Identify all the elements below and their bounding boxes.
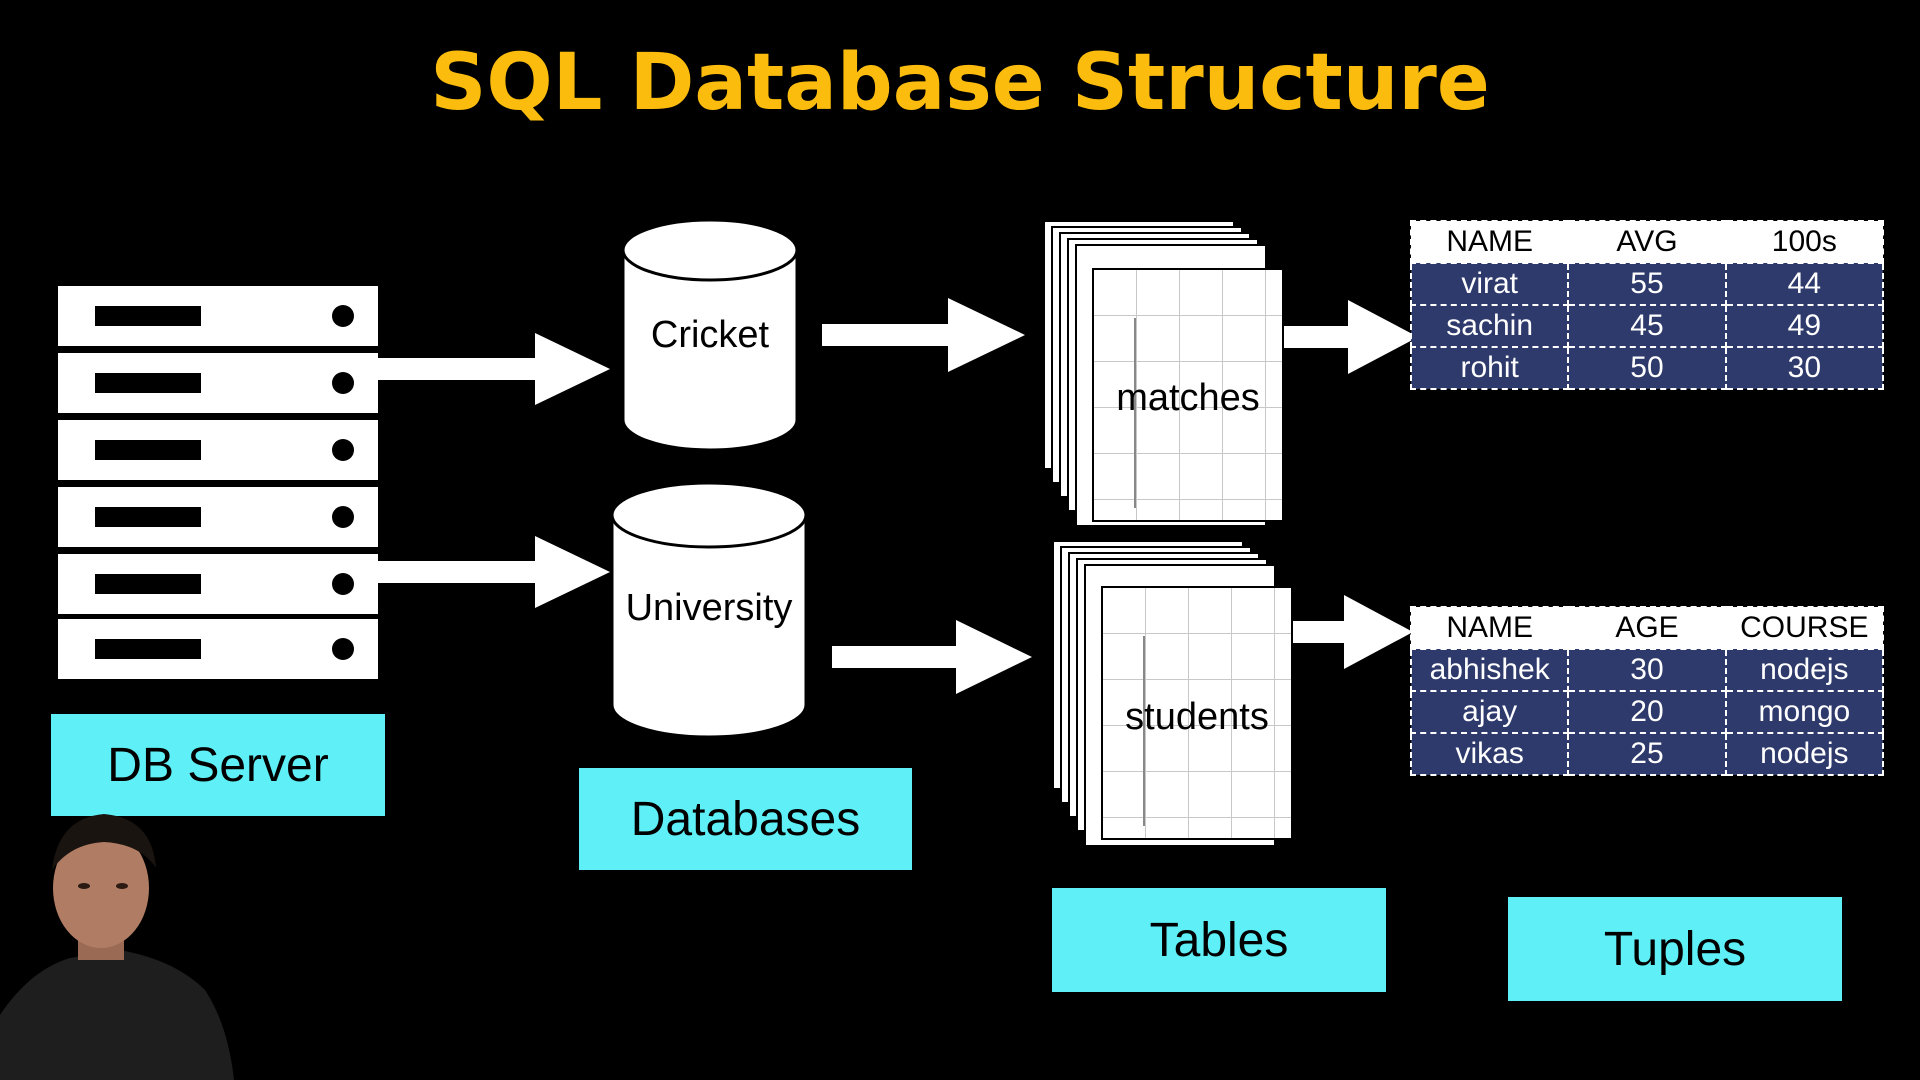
column-header: NAME <box>1409 606 1570 650</box>
table-cell: 45 <box>1567 304 1727 348</box>
column-header: AVG <box>1567 220 1727 264</box>
table-cell: virat <box>1409 262 1570 306</box>
table-cell: abhishek <box>1409 648 1570 692</box>
table-row: rohit 50 30 <box>1409 346 1885 390</box>
column-header: 100s <box>1724 220 1885 264</box>
column-header: NAME <box>1409 220 1570 264</box>
label-tuples: Tuples <box>1508 897 1842 1001</box>
table-cell: nodejs <box>1724 648 1885 692</box>
table-cell: mongo <box>1724 690 1885 734</box>
table-cell: 20 <box>1567 690 1727 734</box>
table-cell: 55 <box>1567 262 1727 306</box>
table-cell: 44 <box>1724 262 1885 306</box>
label-databases: Databases <box>579 768 912 870</box>
presenter-avatar <box>0 814 234 1080</box>
tuple-table-university: NAME AGE COURSE abhishek 30 nodejs ajay … <box>1409 606 1885 776</box>
table-cell: rohit <box>1409 346 1570 390</box>
table-cell: 50 <box>1567 346 1727 390</box>
table-label-students: students <box>1125 696 1269 738</box>
table-label-matches: matches <box>1116 377 1260 419</box>
table-cell: 49 <box>1724 304 1885 348</box>
table-cell: 30 <box>1724 346 1885 390</box>
table-row: virat 55 44 <box>1409 262 1885 306</box>
database-label-cricket: Cricket <box>650 314 770 356</box>
label-tables: Tables <box>1052 888 1386 992</box>
table-cell: sachin <box>1409 304 1570 348</box>
table-row: ajay 20 mongo <box>1409 690 1885 734</box>
table-row: sachin 45 49 <box>1409 304 1885 348</box>
table-row: abhishek 30 nodejs <box>1409 648 1885 692</box>
table-cell: 25 <box>1567 732 1727 776</box>
column-header: COURSE <box>1724 606 1885 650</box>
column-header: AGE <box>1567 606 1727 650</box>
table-row: vikas 25 nodejs <box>1409 732 1885 776</box>
tuple-table-cricket: NAME AVG 100s virat 55 44 sachin 45 49 r… <box>1409 220 1885 390</box>
table-cell: vikas <box>1409 732 1570 776</box>
table-cell: 30 <box>1567 648 1727 692</box>
table-cell: ajay <box>1409 690 1570 734</box>
database-label-university: University <box>625 587 793 629</box>
table-cell: nodejs <box>1724 732 1885 776</box>
